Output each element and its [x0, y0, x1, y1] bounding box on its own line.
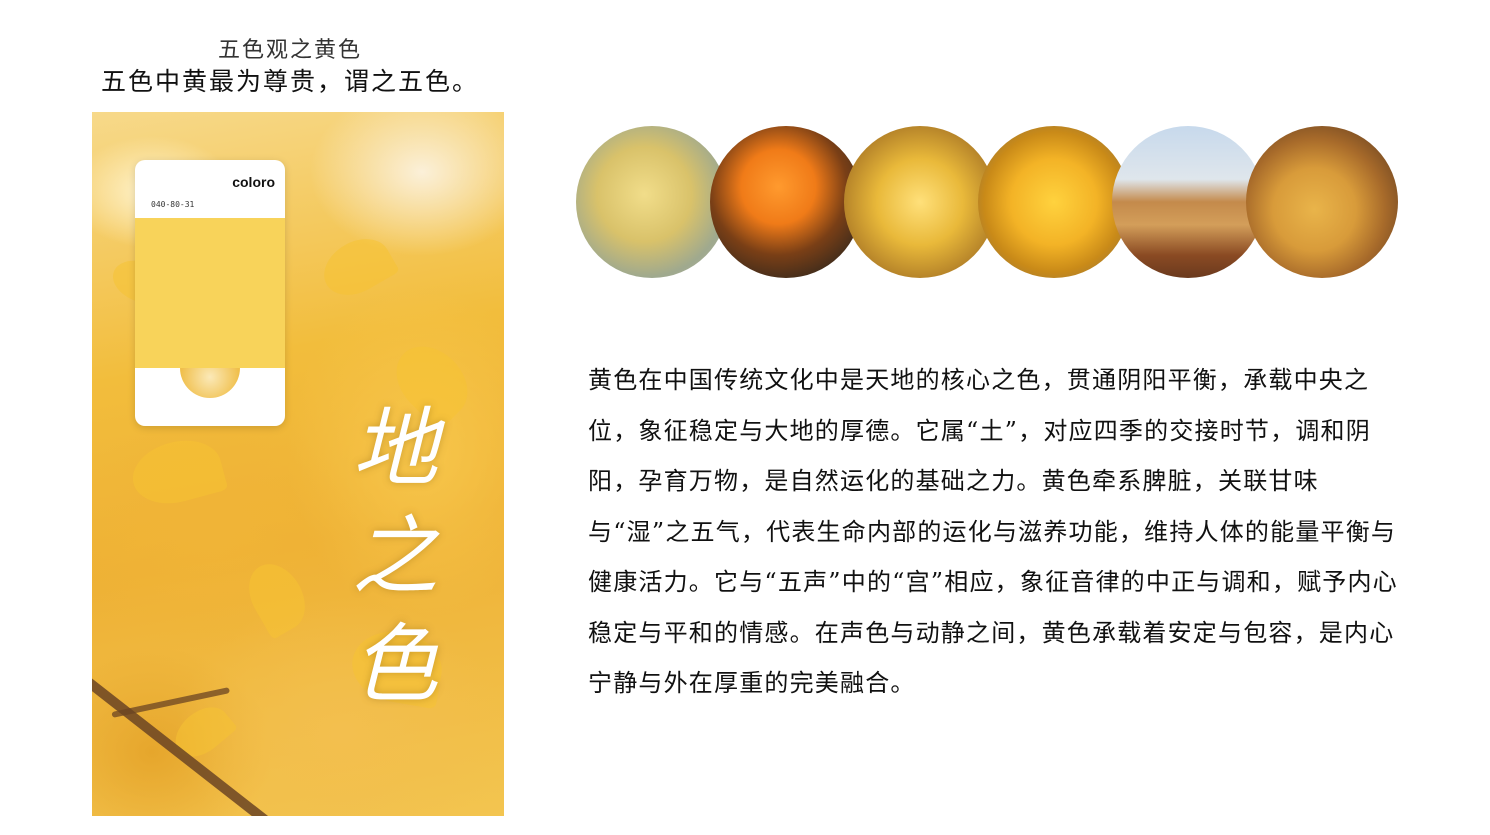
title-char: 地 — [352, 399, 438, 499]
card-brand-logo: coloro — [232, 174, 275, 190]
color-code: 040-80-31 — [151, 200, 195, 209]
yellow-earth-landscape-image — [1112, 126, 1264, 278]
leaf-decoration — [237, 554, 317, 640]
leaf-decoration — [125, 431, 229, 513]
title-char: 之 — [352, 507, 438, 607]
ginkgo-leaves-image — [978, 126, 1130, 278]
millet-grain-image — [1246, 126, 1398, 278]
headline: 五色中黄最为尊贵，谓之五色。 — [100, 67, 479, 96]
leaf-decoration — [314, 227, 400, 307]
subtitle: 五色观之黄色 — [217, 38, 362, 63]
color-swatch — [135, 218, 285, 368]
vertical-calligraphy-title: 地 之 色 — [340, 395, 450, 719]
golden-crown-image — [844, 126, 996, 278]
marigold-flower-image — [710, 126, 862, 278]
color-swatch-card: coloro 040-80-31 — [135, 160, 285, 426]
imperial-robe-image — [576, 126, 728, 278]
card-cutout — [180, 368, 240, 398]
body-paragraph: 黄色在中国传统文化中是天地的核心之色，贯通阴阳平衡，承载中央之位，象征稳定与大地… — [588, 366, 1398, 697]
title-char: 色 — [352, 615, 438, 715]
image-gallery — [576, 126, 1398, 280]
